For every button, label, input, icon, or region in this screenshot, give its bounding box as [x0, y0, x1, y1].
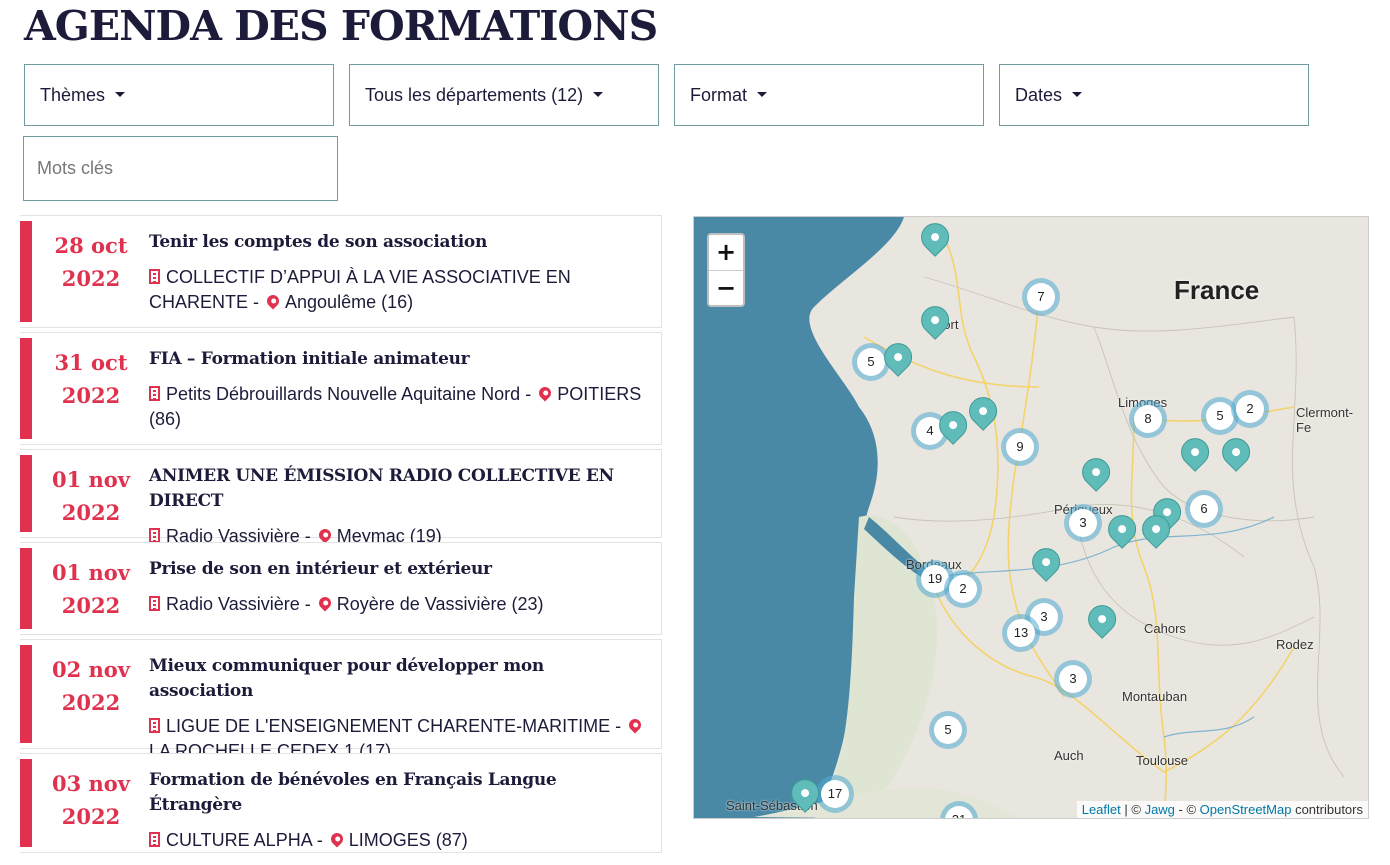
- event-title[interactable]: Formation de bénévoles en Français Langu…: [149, 768, 651, 818]
- format-dropdown-label: Format: [690, 84, 748, 105]
- map-cluster[interactable]: 8: [1129, 400, 1167, 438]
- event-accent-bar: [20, 338, 32, 439]
- event-year: 2022: [61, 266, 121, 291]
- zoom-in-button[interactable]: +: [709, 235, 743, 271]
- city-label: Auch: [1054, 748, 1084, 763]
- event-day: 02 nov: [51, 657, 130, 682]
- event-title[interactable]: Mieux communiquer pour développer mon as…: [149, 654, 651, 704]
- event-title[interactable]: FIA – Formation initiale animateur: [149, 347, 651, 372]
- location-pin-icon: [328, 830, 346, 848]
- event-list: 28 oct 2022 Tenir les comptes de son ass…: [20, 215, 662, 857]
- location-pin-icon: [626, 716, 644, 734]
- event-location: LIMOGES (87): [348, 830, 468, 850]
- map-cluster[interactable]: 7: [1022, 278, 1060, 316]
- city-label: Toulouse: [1136, 753, 1189, 768]
- caret-down-icon: [1072, 91, 1083, 97]
- map-cluster[interactable]: 2: [1231, 390, 1269, 428]
- event-accent-bar: [20, 645, 32, 743]
- event-date: 28 oct 2022: [32, 229, 150, 295]
- map-cluster[interactable]: 3: [1054, 660, 1092, 698]
- osm-link[interactable]: OpenStreetMap: [1200, 802, 1292, 817]
- event-year: 2022: [61, 500, 121, 525]
- building-icon: [149, 386, 160, 401]
- event-date: 01 nov 2022: [32, 463, 150, 529]
- event-title[interactable]: Prise de son en intérieur et extérieur: [149, 557, 651, 582]
- event-date: 03 nov 2022: [32, 767, 150, 833]
- zoom-out-button[interactable]: −: [709, 271, 743, 305]
- event-date: 01 nov 2022: [32, 556, 150, 622]
- event-accent-bar: [20, 221, 32, 322]
- dates-dropdown-label: Dates: [1015, 84, 1063, 105]
- map-cluster[interactable]: 2: [944, 570, 982, 608]
- event-year: 2022: [61, 383, 121, 408]
- event-date: 31 oct 2022: [32, 346, 150, 412]
- event-accent-bar: [20, 759, 32, 847]
- event-card[interactable]: 28 oct 2022 Tenir les comptes de son ass…: [20, 215, 662, 328]
- page-title: AGENDA DES FORMATIONS: [24, 2, 658, 50]
- event-organizer: Petits Débrouillards Nouvelle Aquitaine …: [166, 384, 521, 404]
- building-icon: [149, 269, 160, 284]
- location-pin-icon: [316, 526, 334, 544]
- map-cluster[interactable]: 13: [1002, 614, 1040, 652]
- map-cluster[interactable]: 3: [1064, 504, 1102, 542]
- event-title[interactable]: Tenir les comptes de son association: [149, 230, 651, 255]
- jawg-link[interactable]: Jawg: [1145, 802, 1175, 817]
- zoom-control: + −: [707, 233, 745, 307]
- event-location: Royère de Vassivière (23): [336, 594, 544, 614]
- country-label: France: [1174, 275, 1260, 305]
- themes-dropdown-label: Thèmes: [40, 84, 106, 105]
- city-label: Montauban: [1122, 689, 1188, 704]
- event-day: 31 oct: [54, 350, 128, 375]
- attribution-sep: - ©: [1174, 802, 1200, 817]
- departements-dropdown-label: Tous les départements (12): [365, 84, 584, 105]
- event-card[interactable]: 01 nov 2022 Prise de son en intérieur et…: [20, 542, 662, 635]
- city-label: Clermont-Fe: [1296, 405, 1354, 435]
- event-title[interactable]: ANIMER UNE ÉMISSION RADIO COLLECTIVE EN …: [149, 464, 651, 514]
- event-year: 2022: [61, 804, 121, 829]
- event-date: 02 nov 2022: [32, 653, 150, 719]
- caret-down-icon: [593, 91, 604, 97]
- building-icon: [149, 718, 160, 733]
- city-label: Cahors: [1144, 621, 1186, 636]
- map-cluster[interactable]: 5: [929, 711, 967, 749]
- event-day: 03 nov: [51, 771, 130, 796]
- event-year: 2022: [61, 593, 121, 618]
- event-location: Angoulême (16): [285, 292, 414, 312]
- event-organizer: Radio Vassivière: [166, 594, 300, 614]
- dates-dropdown[interactable]: Dates: [999, 64, 1309, 126]
- location-pin-icon: [316, 594, 334, 612]
- event-accent-bar: [20, 455, 32, 532]
- attribution-tail: contributors: [1291, 802, 1363, 817]
- themes-dropdown[interactable]: Thèmes: [24, 64, 334, 126]
- building-icon: [149, 832, 160, 847]
- event-year: 2022: [61, 690, 121, 715]
- map-cluster[interactable]: 6: [1185, 490, 1223, 528]
- attribution-sep: | ©: [1120, 802, 1145, 817]
- event-card[interactable]: 31 oct 2022 FIA – Formation initiale ani…: [20, 332, 662, 445]
- event-accent-bar: [20, 548, 32, 629]
- event-day: 28 oct: [54, 233, 128, 258]
- caret-down-icon: [757, 91, 768, 97]
- leaflet-link[interactable]: Leaflet: [1082, 802, 1121, 817]
- departements-dropdown[interactable]: Tous les départements (12): [349, 64, 659, 126]
- map[interactable]: + − France Niort Limoges Clermont-Fe Pér…: [693, 216, 1369, 819]
- event-card[interactable]: 02 nov 2022 Mieux communiquer pour dével…: [20, 639, 662, 761]
- building-icon: [149, 528, 160, 543]
- building-icon: [149, 596, 160, 611]
- event-card[interactable]: 03 nov 2022 Formation de bénévoles en Fr…: [20, 753, 662, 853]
- map-attribution: Leaflet | © Jawg - © OpenStreetMap contr…: [1076, 801, 1368, 818]
- keywords-input[interactable]: [23, 136, 338, 201]
- event-organizer: LIGUE DE L'ENSEIGNEMENT CHARENTE-MARITIM…: [166, 716, 611, 736]
- location-pin-icon: [536, 384, 554, 402]
- map-cluster[interactable]: 9: [1001, 428, 1039, 466]
- event-card[interactable]: 01 nov 2022 ANIMER UNE ÉMISSION RADIO CO…: [20, 449, 662, 546]
- city-label: Rodez: [1276, 637, 1314, 652]
- location-pin-icon: [264, 292, 282, 310]
- caret-down-icon: [115, 91, 126, 97]
- event-day: 01 nov: [51, 560, 130, 585]
- event-day: 01 nov: [51, 467, 130, 492]
- format-dropdown[interactable]: Format: [674, 64, 984, 126]
- map-cluster[interactable]: 17: [816, 775, 854, 813]
- event-organizer: CULTURE ALPHA: [166, 830, 312, 850]
